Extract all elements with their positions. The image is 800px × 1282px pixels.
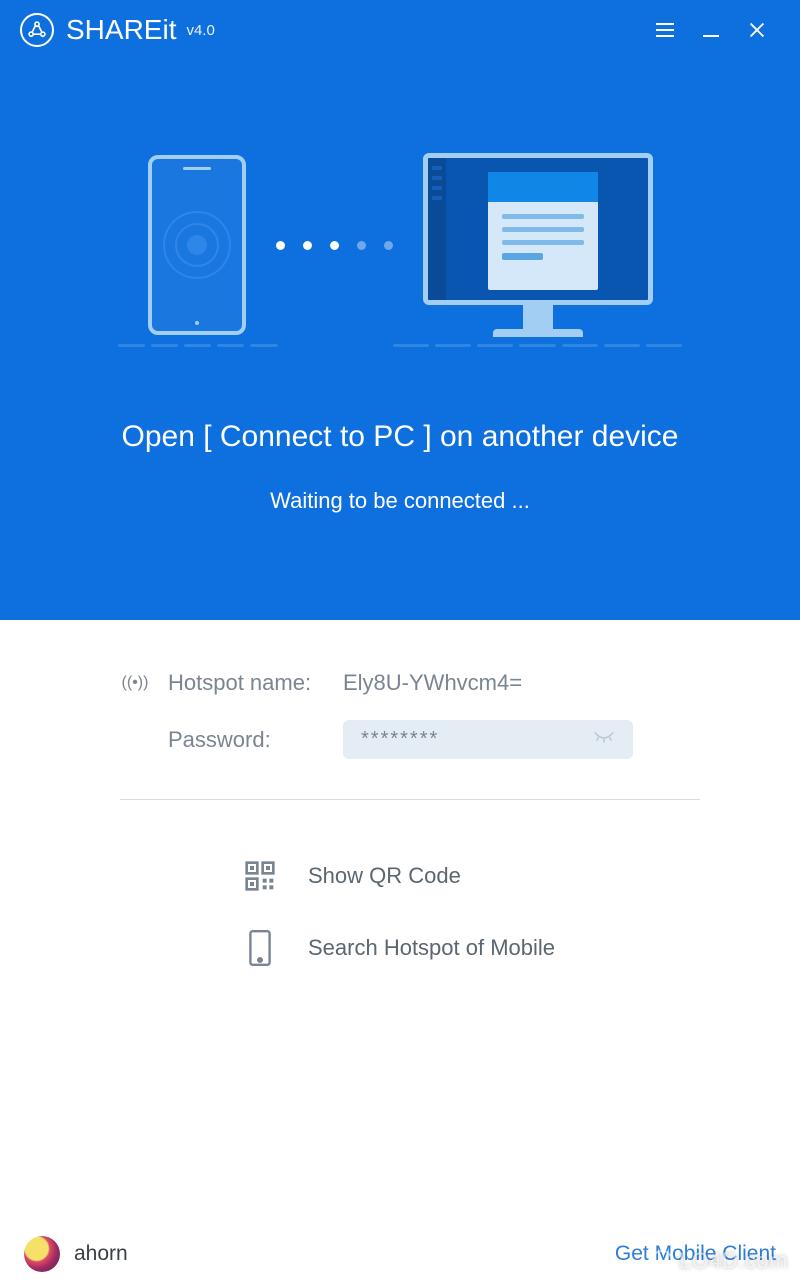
hotspot-name-label: Hotspot name: [168,670,343,696]
hero-subtitle: Waiting to be connected ... [270,488,530,514]
hotspot-name-row: ((•)) Hotspot name: Ely8U-YWhvcm4= [120,670,700,696]
footer: ahorn Get Mobile Client [0,1226,800,1282]
close-button[interactable] [734,7,780,53]
hero-title: Open [ Connect to PC ] on another device [121,420,678,454]
search-hotspot-button[interactable]: Search Hotspot of Mobile [120,912,700,984]
hotspot-name-value: Ely8U-YWhvcm4= [343,670,522,696]
signal-icon: ((•)) [120,674,150,692]
password-row: Password: ******** [120,720,700,759]
phone-icon [148,155,246,335]
menu-button[interactable] [642,7,688,53]
password-field: ******** [343,720,633,759]
username: ahorn [74,1242,128,1266]
minimize-button[interactable] [688,7,734,53]
app-version: v4.0 [186,22,214,39]
password-value: ******** [361,728,439,751]
user-avatar[interactable] [24,1236,60,1272]
connection-dots [276,241,393,250]
hero-section: Open [ Connect to PC ] on another device… [0,60,800,620]
show-qr-button[interactable]: Show QR Code [120,840,700,912]
titlebar: SHAREit v4.0 [0,0,800,60]
divider [120,799,700,800]
show-qr-label: Show QR Code [308,863,461,889]
get-mobile-client-link[interactable]: Get Mobile Client [615,1242,776,1266]
search-hotspot-label: Search Hotspot of Mobile [308,935,555,961]
toggle-password-icon[interactable] [593,730,615,749]
monitor-icon [423,153,653,305]
app-name: SHAREit [66,14,176,46]
connection-illustration [148,130,653,360]
password-label: Password: [168,727,343,753]
info-section: ((•)) Hotspot name: Ely8U-YWhvcm4= Passw… [0,620,800,1014]
qr-code-icon [240,856,280,896]
app-logo-icon [20,13,54,47]
mobile-icon [240,928,280,968]
